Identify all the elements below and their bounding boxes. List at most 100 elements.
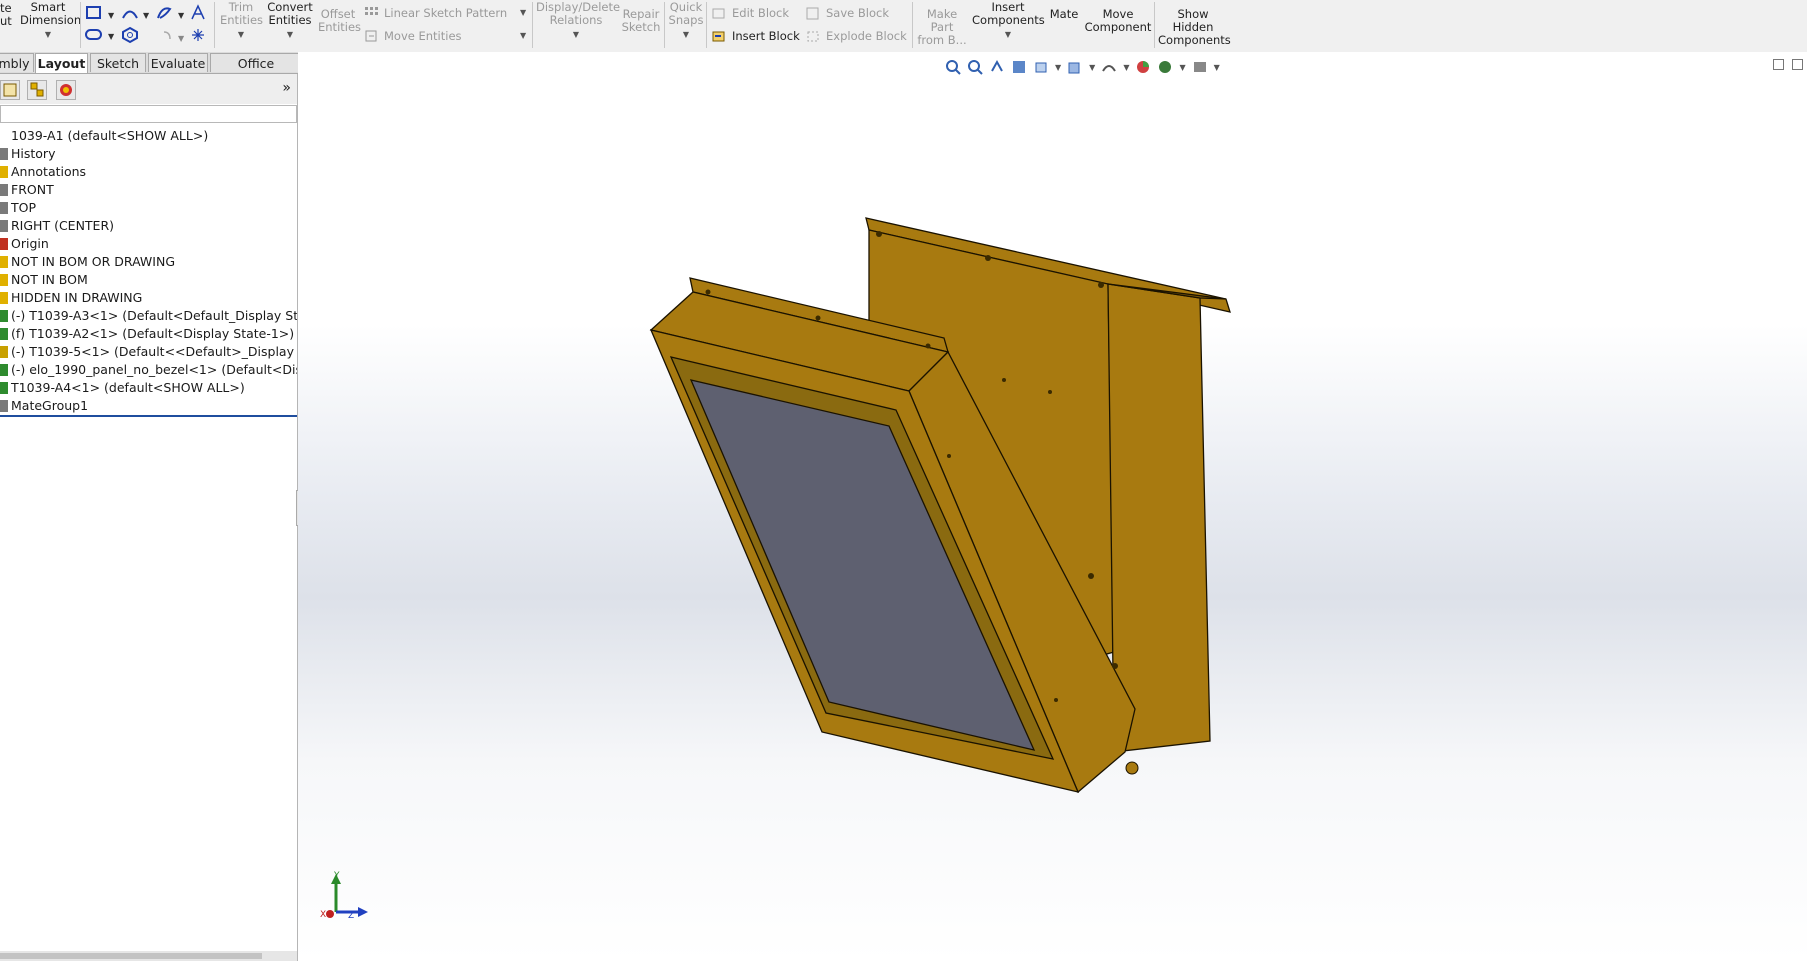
chevron-down-icon[interactable]: ▼	[683, 30, 689, 39]
insert-block-button[interactable]: Insert Block	[712, 29, 800, 43]
zoom-to-fit-icon[interactable]	[945, 59, 961, 75]
chevron-down-icon[interactable]: ▼	[520, 8, 526, 17]
convert-entities-button[interactable]: Convert Entities ▼	[266, 1, 314, 41]
section-view-icon[interactable]	[1011, 59, 1027, 75]
tree-node[interactable]: Annotations	[0, 163, 297, 181]
move-entities-button[interactable]: Move Entities	[364, 29, 462, 43]
display-delete-relations-label-2: Relations	[549, 13, 603, 27]
explode-block-label: Explode Block	[826, 29, 907, 43]
apply-scene-icon[interactable]	[1192, 59, 1208, 75]
quick-snaps-label-2: Snaps	[668, 13, 704, 27]
chevron-down-icon[interactable]: ▼	[1089, 63, 1095, 72]
dynamic-annotation-icon[interactable]	[1033, 59, 1049, 75]
viewport-window-controls	[1773, 59, 1803, 70]
cut-button[interactable]: te ut	[0, 2, 14, 28]
panel-horizontal-scrollbar[interactable]	[0, 951, 297, 961]
graphics-viewport[interactable]: Y X Z	[298, 52, 1807, 961]
tree-node[interactable]: RIGHT (CENTER)	[0, 217, 297, 235]
show-hidden-components-button[interactable]: Show Hidden Components	[1158, 8, 1231, 47]
edit-block-button[interactable]: Edit Block	[712, 6, 789, 20]
move-component-button[interactable]: Move Component	[1084, 8, 1152, 34]
insert-block-icon	[712, 31, 725, 42]
tree-node-label: History	[11, 146, 56, 161]
tree-node[interactable]: (-) elo_1990_panel_no_bezel<1> (Default<…	[0, 361, 297, 379]
offset-entities-button[interactable]: Offset Entities	[318, 8, 361, 34]
chevron-down-icon[interactable]: ▼	[520, 31, 526, 40]
tree-node[interactable]: NOT IN BOM OR DRAWING	[0, 253, 297, 271]
tab-office-products[interactable]: Office Products	[210, 53, 302, 90]
explode-block-button[interactable]: Explode Block	[806, 29, 907, 43]
tree-node-label: (-) T1039-5<1> (Default<<Default>_Displa…	[11, 344, 297, 359]
tree-node[interactable]: T1039-A4<1> (default<SHOW ALL>)	[0, 379, 297, 397]
chevron-down-icon[interactable]: ▼	[45, 30, 51, 39]
view-orientation-icon[interactable]	[1067, 59, 1083, 75]
triad-z-label: Z	[348, 911, 354, 921]
linear-sketch-pattern-button[interactable]: Linear Sketch Pattern	[364, 6, 507, 20]
repair-sketch-button[interactable]: Repair Sketch	[620, 8, 662, 34]
tree-node-label: MateGroup1	[11, 398, 89, 413]
display-manager-tab[interactable]	[56, 80, 76, 100]
chevron-down-icon[interactable]: ▼	[238, 30, 244, 39]
tree-node[interactable]: (f) T1039-A2<1> (Default<Display State-1…	[0, 325, 297, 343]
tab-evaluate[interactable]: Evaluate	[148, 53, 208, 72]
show-hidden-label-3: Components	[1158, 33, 1231, 47]
tree-node-icon	[0, 346, 8, 358]
chevron-down-icon[interactable]: ▼	[1179, 63, 1185, 72]
tree-node-label: 1039-A1 (default<SHOW ALL>)	[11, 128, 209, 143]
triad-y-label: Y	[333, 871, 340, 881]
property-manager-tab[interactable]	[0, 80, 20, 100]
sketch-entity-icons[interactable]: ▼ ▼ ▼ ▼ ▼	[84, 3, 212, 45]
tree-filter-input[interactable]	[0, 105, 297, 123]
chevron-down-icon[interactable]: ▼	[1123, 63, 1129, 72]
tab-layout[interactable]: Layout	[35, 53, 88, 73]
previous-view-icon[interactable]	[989, 59, 1005, 75]
tree-node[interactable]: (-) T1039-A3<1> (Default<Default_Display…	[0, 307, 297, 325]
mate-button[interactable]: Mate	[1046, 8, 1082, 21]
restore-window-icon[interactable]	[1773, 59, 1784, 70]
save-block-button[interactable]: Save Block	[806, 6, 889, 20]
tree-node[interactable]: NOT IN BOM	[0, 271, 297, 289]
expand-panel-button[interactable]: »	[282, 80, 291, 96]
tab-sketch[interactable]: Sketch	[90, 53, 146, 72]
trim-entities-button[interactable]: Trim Entities ▼	[220, 1, 263, 41]
insert-components-button[interactable]: Insert Components ▼	[972, 1, 1045, 41]
assembly-model[interactable]	[298, 52, 1807, 961]
tree-node[interactable]: HIDDEN IN DRAWING	[0, 289, 297, 307]
chevron-down-icon[interactable]: ▼	[287, 30, 293, 39]
display-delete-relations-button[interactable]: Display/Delete Relations ▼	[536, 1, 620, 41]
chevron-down-icon[interactable]: ▼	[573, 30, 579, 39]
coordinate-triad: Y X Z	[320, 871, 368, 921]
chevron-down-icon[interactable]: ▼	[1055, 63, 1061, 72]
quick-snaps-button[interactable]: Quick Snaps ▼	[668, 1, 704, 41]
smart-dimension-button[interactable]: Smart Dimension ▼	[20, 1, 81, 41]
tree-node[interactable]: MateGroup1	[0, 397, 297, 417]
tab-assembly[interactable]: mbly	[0, 53, 34, 72]
panel-toolbar: »	[0, 74, 297, 104]
maximize-window-icon[interactable]	[1792, 59, 1803, 70]
scrollbar-thumb[interactable]	[0, 953, 262, 959]
tree-node[interactable]: TOP	[0, 199, 297, 217]
tree-node[interactable]: FRONT	[0, 181, 297, 199]
tree-node-icon	[0, 220, 8, 232]
edit-appearance-icon[interactable]	[1157, 59, 1173, 75]
tree-node[interactable]: 1039-A1 (default<SHOW ALL>)	[0, 127, 297, 145]
edit-block-label: Edit Block	[732, 6, 790, 20]
fillet-icon	[163, 31, 171, 40]
polygon-icon	[122, 26, 138, 44]
convert-entities-label-2: Entities	[268, 13, 312, 27]
chevron-down-icon[interactable]: ▼	[1214, 63, 1220, 72]
move-entities-icon	[365, 30, 377, 42]
tree-node[interactable]: History	[0, 145, 297, 163]
configuration-manager-tab[interactable]	[27, 80, 47, 100]
explode-block-icon	[807, 31, 819, 42]
zoom-to-area-icon[interactable]	[967, 59, 983, 75]
make-part-from-block-button[interactable]: Make Part from B...	[916, 8, 968, 47]
chevron-down-icon[interactable]: ▼	[1005, 30, 1011, 39]
tree-node-label: (-) T1039-A3<1> (Default<Default_Display…	[11, 308, 297, 323]
tree-node[interactable]: (-) T1039-5<1> (Default<<Default>_Displa…	[0, 343, 297, 361]
display-style-icon[interactable]	[1101, 59, 1117, 75]
tree-node-icon	[0, 328, 8, 340]
tree-node[interactable]: Origin	[0, 235, 297, 253]
tree-node-icon	[0, 310, 8, 322]
hide-show-items-icon[interactable]	[1135, 59, 1151, 75]
